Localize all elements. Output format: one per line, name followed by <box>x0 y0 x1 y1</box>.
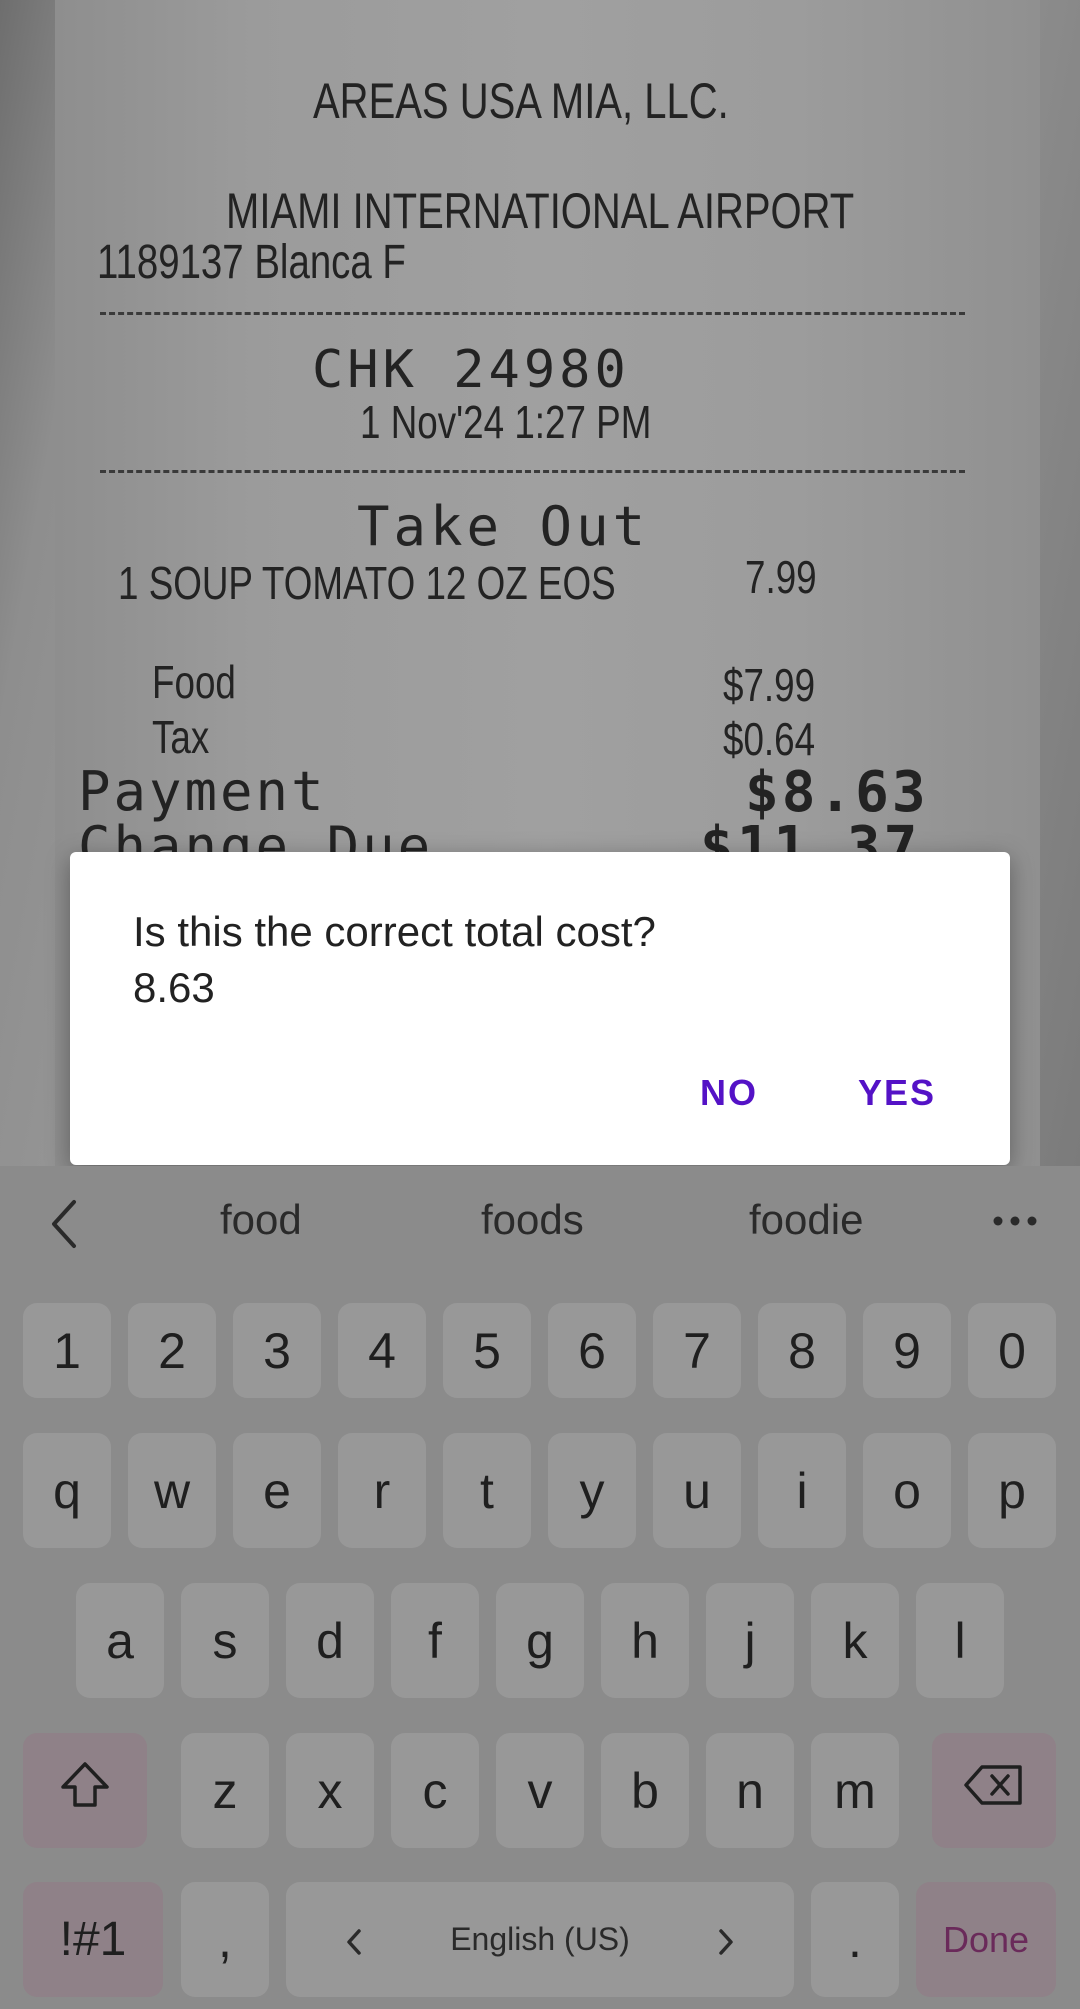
backspace-key[interactable] <box>932 1733 1056 1848</box>
suggestion-item[interactable]: foodie <box>749 1196 863 1244</box>
chevron-left-icon[interactable] <box>344 1911 364 1969</box>
key-s[interactable]: s <box>181 1583 269 1698</box>
key-4[interactable]: 4 <box>338 1303 426 1398</box>
receipt-tax-label: Tax <box>152 711 210 763</box>
suggestion-item[interactable]: foods <box>481 1196 584 1244</box>
yes-button[interactable]: YES <box>858 1072 936 1114</box>
key-w[interactable]: w <box>128 1433 216 1548</box>
key-d[interactable]: d <box>286 1583 374 1698</box>
spacebar[interactable]: English (US) <box>286 1882 794 1997</box>
shift-icon <box>57 1757 113 1825</box>
receipt-item-price: 7.99 <box>745 551 817 603</box>
key-k[interactable]: k <box>811 1583 899 1698</box>
no-button[interactable]: NO <box>700 1072 758 1114</box>
key-i[interactable]: i <box>758 1433 846 1548</box>
key-p[interactable]: p <box>968 1433 1056 1548</box>
key-b[interactable]: b <box>601 1733 689 1848</box>
key-3[interactable]: 3 <box>233 1303 321 1398</box>
backspace-icon <box>962 1761 1026 1821</box>
key-9[interactable]: 9 <box>863 1303 951 1398</box>
key-v[interactable]: v <box>496 1733 584 1848</box>
key-0[interactable]: 0 <box>968 1303 1056 1398</box>
suggestion-bar: food foods foodie <box>0 1166 1080 1286</box>
receipt-payment-label: Payment <box>78 760 327 823</box>
language-label: English (US) <box>450 1921 630 1957</box>
confirm-total-dialog: Is this the correct total cost? 8.63 NO … <box>70 852 1010 1165</box>
key-f[interactable]: f <box>391 1583 479 1698</box>
receipt-item: 1 SOUP TOMATO 12 OZ EOS <box>118 557 616 609</box>
key-h[interactable]: h <box>601 1583 689 1698</box>
receipt-order-type: Take Out <box>357 495 650 558</box>
key-x[interactable]: x <box>286 1733 374 1848</box>
symbols-key[interactable]: !#1 <box>23 1882 163 1997</box>
receipt-server: 1189137 Blanca F <box>97 236 406 289</box>
receipt-datetime: 1 Nov'24 1:27 PM <box>360 396 652 448</box>
key-7[interactable]: 7 <box>653 1303 741 1398</box>
key-t[interactable]: t <box>443 1433 531 1548</box>
key-q[interactable]: q <box>23 1433 111 1548</box>
key-y[interactable]: y <box>548 1433 636 1548</box>
dialog-total-value: 8.63 <box>133 964 215 1011</box>
key-z[interactable]: z <box>181 1733 269 1848</box>
comma-key[interactable]: , <box>181 1882 269 1997</box>
key-c[interactable]: c <box>391 1733 479 1848</box>
key-2[interactable]: 2 <box>128 1303 216 1398</box>
soft-keyboard: food foods foodie 1 2 3 4 5 6 7 8 9 0 q … <box>0 1166 1080 2009</box>
receipt-food-value: $7.99 <box>723 659 816 711</box>
suggestion-item[interactable]: food <box>220 1196 302 1244</box>
receipt-divider <box>100 470 965 473</box>
key-j[interactable]: j <box>706 1583 794 1698</box>
key-g[interactable]: g <box>496 1583 584 1698</box>
receipt-food-label: Food <box>152 656 236 708</box>
key-m[interactable]: m <box>811 1733 899 1848</box>
key-e[interactable]: e <box>233 1433 321 1548</box>
shift-key[interactable] <box>23 1733 147 1848</box>
chevron-right-icon[interactable] <box>716 1911 736 1969</box>
chevron-left-icon[interactable] <box>40 1194 90 1254</box>
done-key[interactable]: Done <box>916 1882 1056 1997</box>
receipt-location: MIAMI INTERNATIONAL AIRPORT <box>226 183 855 239</box>
key-r[interactable]: r <box>338 1433 426 1548</box>
receipt-check-number: CHK 24980 <box>312 340 630 400</box>
key-8[interactable]: 8 <box>758 1303 846 1398</box>
key-a[interactable]: a <box>76 1583 164 1698</box>
receipt-company: AREAS USA MIA, LLC. <box>313 73 729 129</box>
key-u[interactable]: u <box>653 1433 741 1548</box>
key-5[interactable]: 5 <box>443 1303 531 1398</box>
dialog-message: Is this the correct total cost? 8.63 <box>133 904 656 1016</box>
period-key[interactable]: . <box>811 1882 899 1997</box>
key-o[interactable]: o <box>863 1433 951 1548</box>
dialog-question: Is this the correct total cost? <box>133 908 656 955</box>
receipt-tax-value: $0.64 <box>723 713 816 765</box>
receipt-divider <box>100 312 965 315</box>
key-l[interactable]: l <box>916 1583 1004 1698</box>
key-n[interactable]: n <box>706 1733 794 1848</box>
key-6[interactable]: 6 <box>548 1303 636 1398</box>
key-1[interactable]: 1 <box>23 1303 111 1398</box>
more-horizontal-icon[interactable] <box>990 1206 1040 1236</box>
